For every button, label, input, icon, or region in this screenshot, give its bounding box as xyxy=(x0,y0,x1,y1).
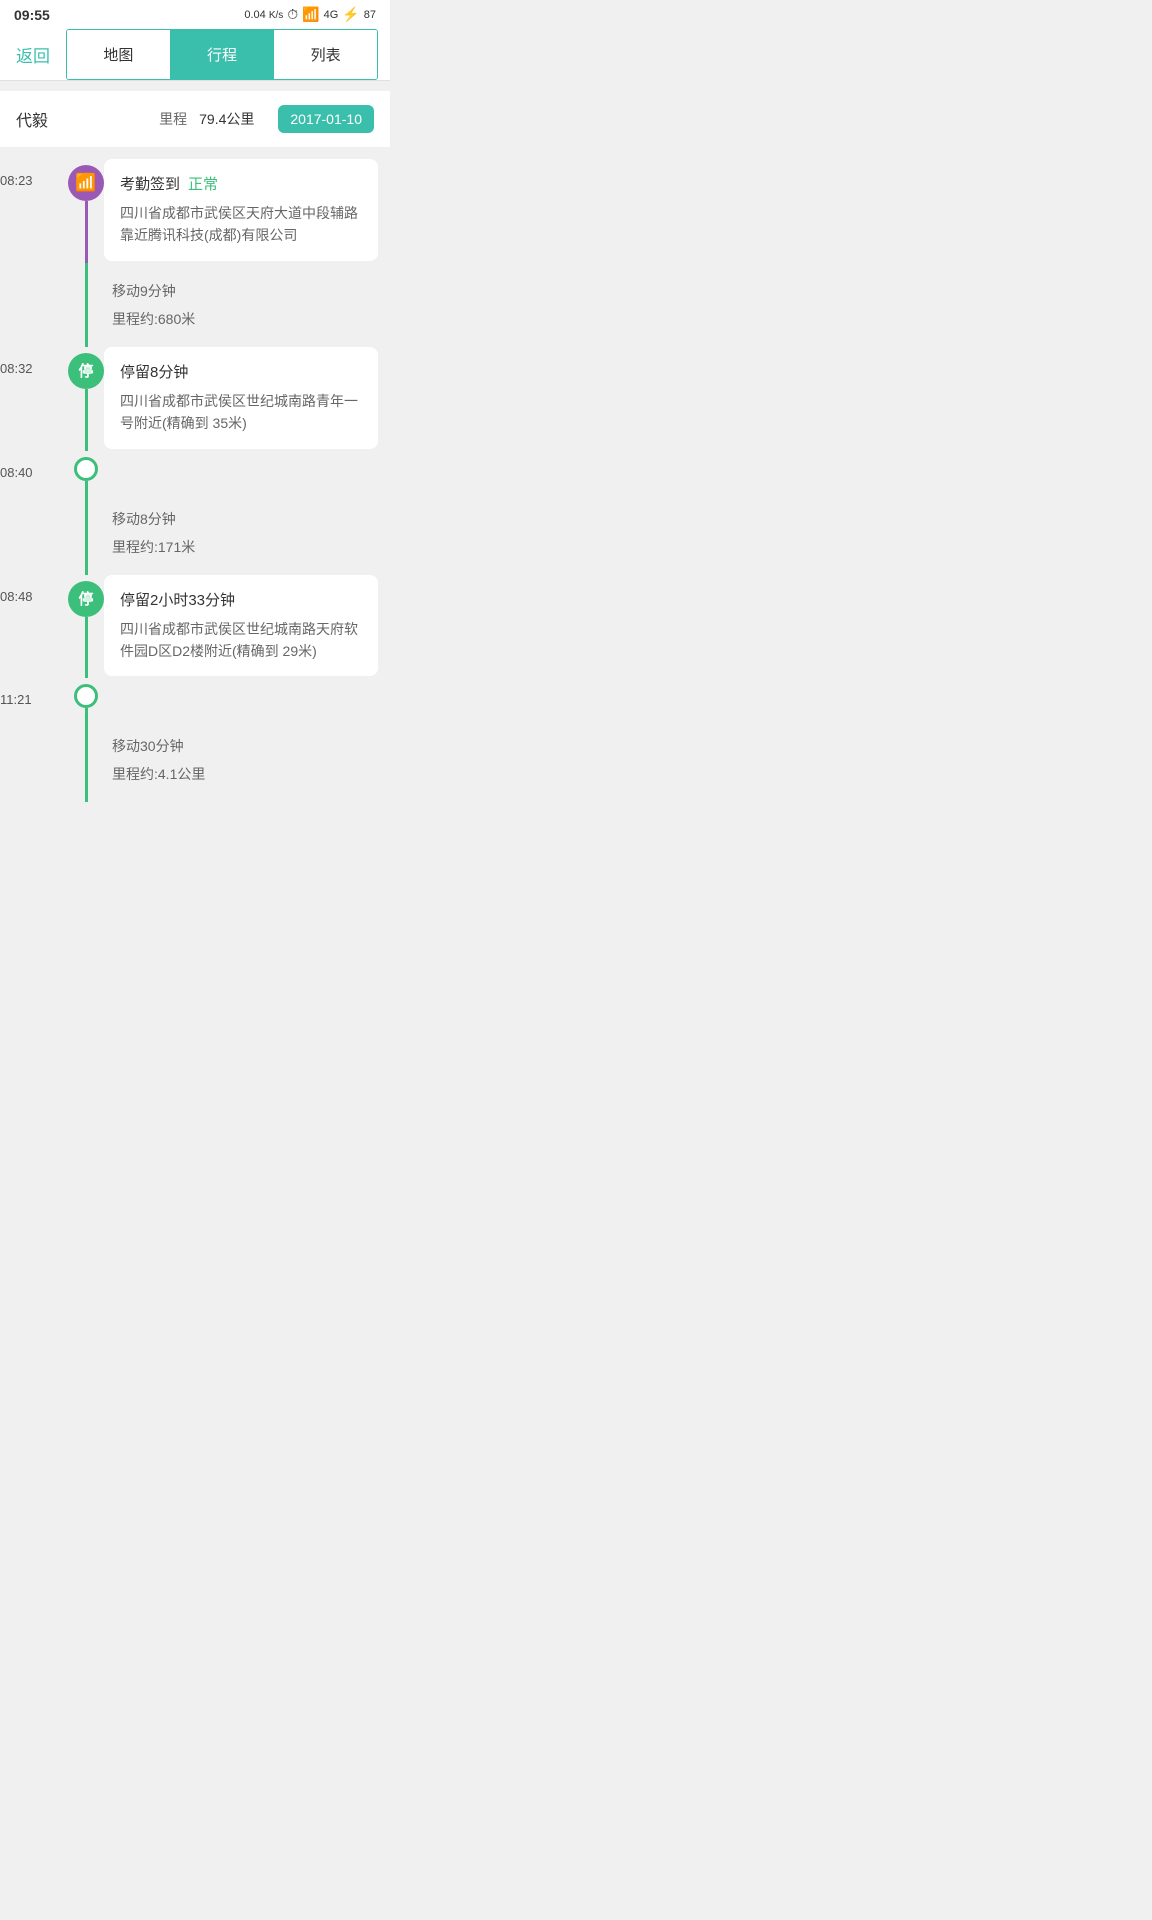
move-duration-3: 移动30分钟 xyxy=(112,732,378,760)
stop-title-2: 停留2小时33分钟 xyxy=(120,589,235,610)
spine-move-2 xyxy=(85,491,88,575)
driver-name: 代毅 xyxy=(16,107,147,131)
time-0848: 08:48 xyxy=(0,589,33,604)
tab-itinerary[interactable]: 行程 xyxy=(170,30,274,79)
time-0823: 08:23 xyxy=(0,173,33,188)
spine-line-1 xyxy=(85,201,88,263)
node-stop-end-1 xyxy=(74,457,98,481)
spine-move-1 xyxy=(85,263,88,347)
spine-line-2 xyxy=(85,389,88,451)
nav-tabs: 地图 行程 列表 xyxy=(66,29,378,80)
node-stop-2: 停 xyxy=(68,581,104,617)
timeline-area: 08:23 📶 考勤签到 正常 四川省成都市武侯区天府大道中段辅路靠近腾讯科技(… xyxy=(0,147,390,822)
tab-list[interactable]: 列表 xyxy=(273,30,377,79)
time-0832: 08:32 xyxy=(0,361,33,376)
move-duration-2: 移动8分钟 xyxy=(112,505,378,533)
move-distance-2: 里程约:171米 xyxy=(112,533,378,561)
movement-3: 移动30分钟 里程约:4.1公里 xyxy=(0,718,390,802)
stop-title-1: 停留8分钟 xyxy=(120,361,188,382)
movement-1: 移动9分钟 里程约:680米 xyxy=(0,263,390,347)
stop-label-2: 停 xyxy=(78,588,93,609)
checkin-address: 四川省成都市武侯区天府大道中段辅路靠近腾讯科技(成都)有限公司 xyxy=(120,202,362,247)
tab-map[interactable]: 地图 xyxy=(67,30,170,79)
stop-card-1: 停留8分钟 四川省成都市武侯区世纪城南路青年一号附近(精确到 35米) xyxy=(104,347,378,449)
checkin-title: 考勤签到 xyxy=(120,173,180,194)
movement-2: 移动8分钟 里程约:171米 xyxy=(0,491,390,575)
battery-icon: ⚡ xyxy=(342,6,359,23)
move-distance-1: 里程约:680米 xyxy=(112,305,378,333)
node-stop-end-2 xyxy=(74,684,98,708)
time-1121: 11:21 xyxy=(0,692,32,707)
info-row: 代毅 里程 79.4公里 2017-01-10 xyxy=(0,91,390,147)
distance-label: 里程 xyxy=(159,109,187,129)
checkin-card: 考勤签到 正常 四川省成都市武侯区天府大道中段辅路靠近腾讯科技(成都)有限公司 xyxy=(104,159,378,261)
battery-level: 87 xyxy=(364,9,376,21)
stop-address-2: 四川省成都市武侯区世纪城南路天府软件园D区D2楼附近(精确到 29米) xyxy=(120,618,362,663)
status-speed: 0.04 K/s xyxy=(244,9,283,21)
event-stop-2: 08:48 停 停留2小时33分钟 四川省成都市武侯区世纪城南路天府软件园D区D… xyxy=(0,575,390,679)
back-button[interactable]: 返回 xyxy=(0,42,66,67)
stop-label-1: 停 xyxy=(78,360,93,381)
spine-move-3 xyxy=(85,718,88,802)
status-right: 0.04 K/s ⏱ 📶 4G ⚡ 87 xyxy=(244,6,376,23)
move-distance-3: 里程约:4.1公里 xyxy=(112,760,378,788)
move-duration-1: 移动9分钟 xyxy=(112,277,378,305)
distance-value: 79.4公里 xyxy=(199,109,254,129)
event-stop-1: 08:32 停 停留8分钟 四川省成都市武侯区世纪城南路青年一号附近(精确到 3… xyxy=(0,347,390,451)
fingerprint-icon: 📶 xyxy=(75,173,96,193)
clock-icon: ⏱ xyxy=(287,6,298,23)
node-stop-1: 停 xyxy=(68,353,104,389)
time-0840: 08:40 xyxy=(0,465,33,480)
status-time: 09:55 xyxy=(14,7,50,23)
date-badge[interactable]: 2017-01-10 xyxy=(278,105,374,133)
spine-line-3 xyxy=(85,481,88,491)
event-checkin: 08:23 📶 考勤签到 正常 四川省成都市武侯区天府大道中段辅路靠近腾讯科技(… xyxy=(0,159,390,263)
signal-icon: 4G xyxy=(324,9,339,21)
node-checkin: 📶 xyxy=(68,165,104,201)
spine-line-4 xyxy=(85,617,88,679)
stop-end-2: 11:21 xyxy=(0,678,390,718)
stop-card-2: 停留2小时33分钟 四川省成都市武侯区世纪城南路天府软件园D区D2楼附近(精确到… xyxy=(104,575,378,677)
spine-line-5 xyxy=(85,708,88,718)
wifi-icon: 📶 xyxy=(302,6,319,23)
status-bar: 09:55 0.04 K/s ⏱ 📶 4G ⚡ 87 xyxy=(0,0,390,29)
nav-header: 返回 地图 行程 列表 xyxy=(0,29,390,81)
stop-address-1: 四川省成都市武侯区世纪城南路青年一号附近(精确到 35米) xyxy=(120,390,362,435)
stop-end-1: 08:40 xyxy=(0,451,390,491)
checkin-status: 正常 xyxy=(188,173,218,194)
